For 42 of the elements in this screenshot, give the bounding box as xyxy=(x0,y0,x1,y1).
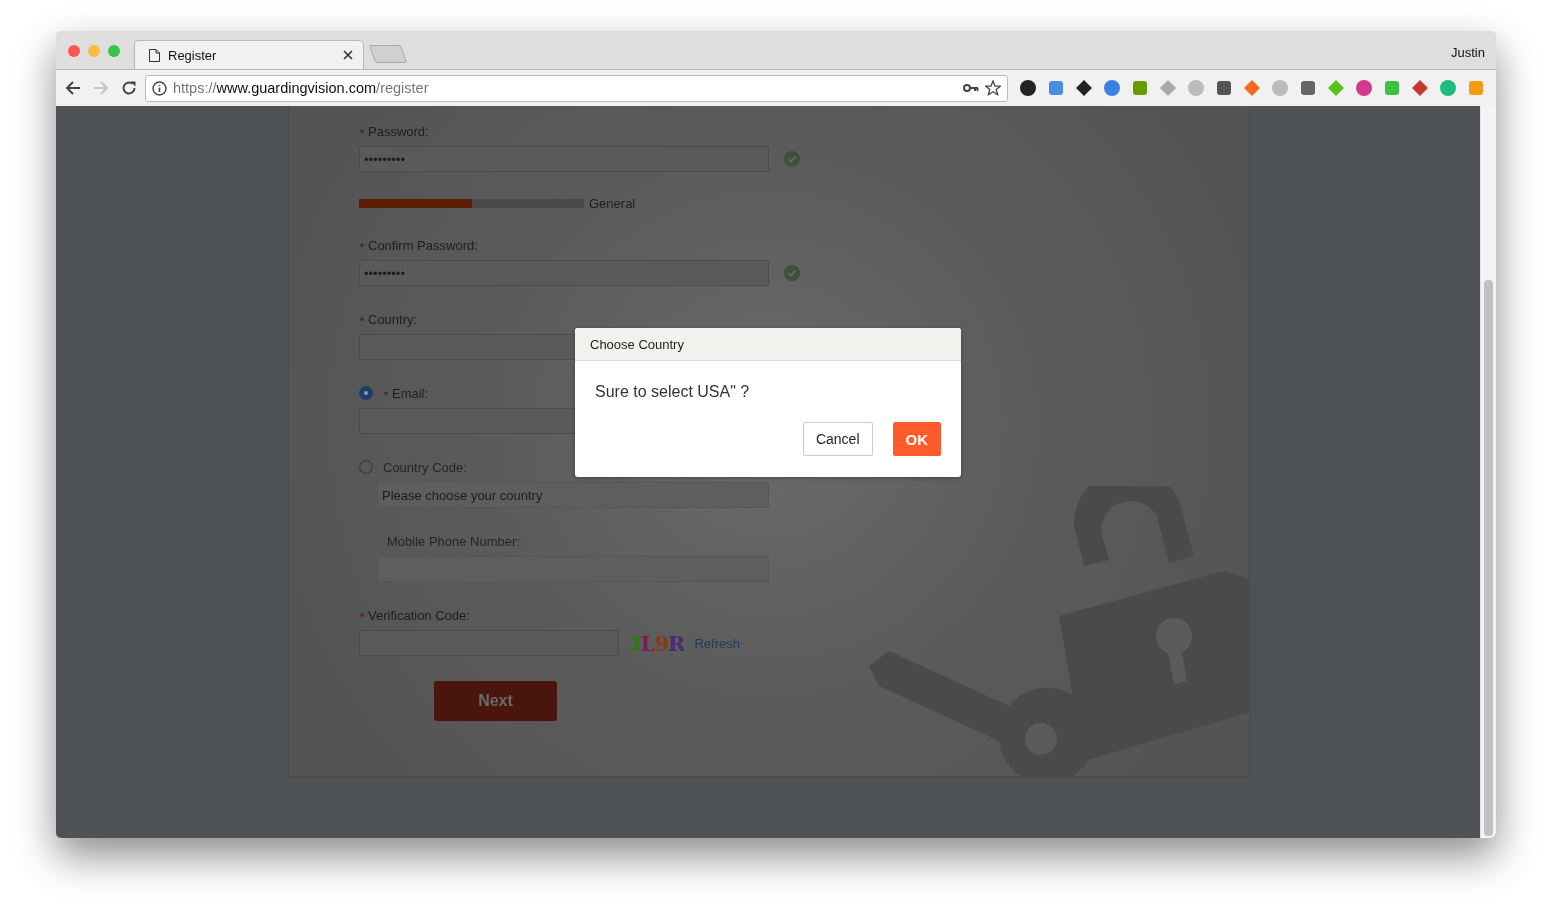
extension-icon[interactable] xyxy=(1215,79,1233,97)
password-field[interactable]: ••••••••• xyxy=(359,260,769,286)
page-icon xyxy=(149,48,160,62)
back-icon[interactable] xyxy=(65,80,81,96)
browser-tab[interactable]: Register xyxy=(134,40,364,69)
required-asterisk-icon xyxy=(359,242,365,248)
required-asterisk-icon xyxy=(383,390,389,396)
reload-icon[interactable] xyxy=(121,80,137,96)
forward-icon[interactable] xyxy=(93,80,109,96)
cancel-button[interactable]: Cancel xyxy=(802,422,873,456)
field-label: Password: xyxy=(368,123,429,139)
new-tab-button[interactable] xyxy=(368,45,408,63)
scrollbar[interactable] xyxy=(1480,106,1496,838)
extension-icon[interactable] xyxy=(1019,79,1037,97)
key-icon[interactable] xyxy=(963,83,979,93)
address-bar[interactable]: https://www.guardingvision.com/register xyxy=(145,74,1008,102)
url-text: https://www.guardingvision.com/register xyxy=(173,80,430,96)
check-icon xyxy=(784,151,800,167)
field-label: Verification Code: xyxy=(368,607,470,623)
dialog-title: Choose Country xyxy=(590,336,684,352)
field-label: Confirm Password: xyxy=(368,237,478,253)
scrollbar-thumb[interactable] xyxy=(1484,280,1493,836)
required-asterisk-icon xyxy=(359,612,365,618)
close-icon[interactable] xyxy=(343,50,353,60)
zoom-window-button[interactable] xyxy=(108,45,120,57)
close-window-button[interactable] xyxy=(68,45,80,57)
star-icon[interactable] xyxy=(985,80,1001,96)
info-icon[interactable] xyxy=(152,80,167,96)
next-button[interactable]: Next xyxy=(434,681,557,721)
profile-name[interactable]: Justin xyxy=(1451,45,1485,60)
field-label: Country: xyxy=(368,311,418,327)
extension-icon[interactable] xyxy=(1075,79,1093,97)
password-field[interactable]: ••••••••• xyxy=(359,146,769,172)
check-icon xyxy=(784,265,800,281)
required-asterisk-icon xyxy=(359,316,365,322)
dialog-message: Sure to select USA" ? xyxy=(595,383,750,401)
ok-button[interactable]: OK xyxy=(892,422,941,456)
radio-button[interactable] xyxy=(359,386,373,400)
refresh-link[interactable]: Refresh xyxy=(694,635,740,651)
required-asterisk-icon xyxy=(359,128,365,134)
strength-label: General xyxy=(589,195,636,211)
field-label: Email: xyxy=(392,385,429,401)
